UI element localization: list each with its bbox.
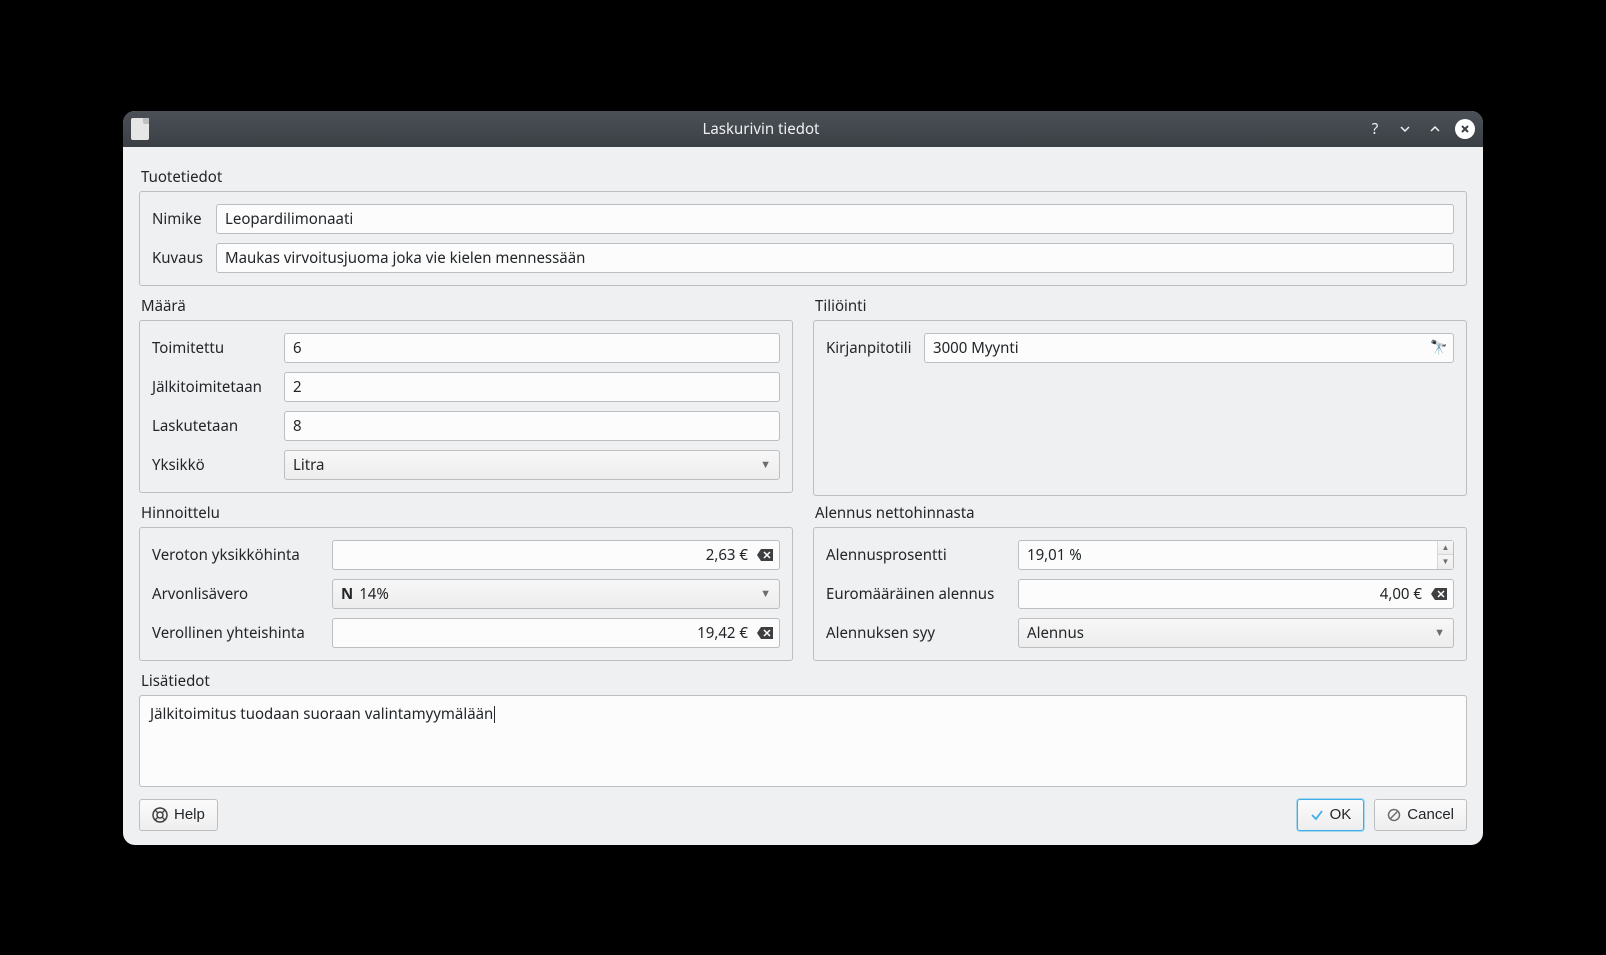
close-icon[interactable] [1455,119,1475,139]
window-title: Laskurivin tiedot [157,119,1365,139]
spinner-down-icon[interactable]: ▼ [1438,555,1453,569]
section-title-extra: Lisätiedot [141,671,1467,691]
label-discount-reason: Alennuksen syy [826,623,1018,643]
label-account: Kirjanpitotili [826,338,924,358]
maximize-icon[interactable] [1425,119,1445,139]
input-total[interactable]: 19,42 € [341,623,754,643]
section-title-posting: Tiliöinti [815,296,1467,316]
help-button-label: Help [174,806,205,823]
dialog-content: Tuotetiedot Nimike Kuvaus Määrä Toimitet… [123,147,1483,845]
label-unit-price: Veroton yksikköhinta [152,545,332,565]
vat-value: 14% [359,584,389,604]
extra-text: Jälkitoimitus tuodaan suoraan valintamyy… [150,704,493,724]
input-unit-price-wrapper: 2,63 € [332,540,780,570]
text-caret [494,706,495,723]
cancel-button[interactable]: Cancel [1374,799,1467,831]
input-discount-amount-wrapper: 4,00 € [1018,579,1454,609]
group-posting: Kirjanpitotili 3000 Myynti 🔭 [813,320,1467,496]
spinner-controls: ▲ ▼ [1437,541,1453,569]
select-unit-value: Litra [293,455,324,475]
label-vat: Arvonlisävero [152,584,332,604]
section-title-discount: Alennus nettohinnasta [815,503,1467,523]
help-icon[interactable]: ? [1365,119,1385,139]
dialog-window: Laskurivin tiedot ? Tuotetiedot Nimike K… [123,111,1483,845]
spinner-up-icon[interactable]: ▲ [1438,541,1453,556]
chevron-down-icon: ▼ [760,586,771,601]
minimize-icon[interactable] [1395,119,1415,139]
check-icon [1310,808,1324,822]
label-invoiced: Laskutetaan [152,416,284,436]
textarea-extra[interactable]: Jälkitoimitus tuodaan suoraan valintamyy… [140,696,1466,786]
label-desc: Kuvaus [152,248,216,268]
label-unit: Yksikkö [152,455,284,475]
input-total-wrapper: 19,42 € [332,618,780,648]
section-title-quantity: Määrä [141,296,793,316]
chevron-down-icon: ▼ [760,457,771,472]
select-unit[interactable]: Litra ▼ [284,450,780,480]
input-invoiced[interactable] [284,411,780,441]
ok-button[interactable]: OK [1297,799,1365,831]
cancel-icon [1387,808,1401,822]
label-backordered: Jälkitoimitetaan [152,377,284,397]
clear-icon[interactable] [754,622,776,644]
document-icon [131,118,149,140]
binoculars-icon[interactable]: 🔭 [1428,337,1450,359]
chevron-down-icon: ▼ [1434,625,1445,640]
help-button[interactable]: Help [139,799,218,831]
lifebuoy-icon [152,807,168,823]
section-title-pricing: Hinnoittelu [141,503,793,523]
clear-icon[interactable] [754,544,776,566]
label-discount-percent: Alennusprosentti [826,545,1018,565]
discount-percent-value: 19,01 % [1019,541,1437,569]
group-extra: Jälkitoimitus tuodaan suoraan valintamyy… [139,695,1467,787]
vat-letter: N [341,584,353,604]
section-title-product: Tuotetiedot [141,167,1467,187]
dialog-footer: Help OK Cancel [139,799,1467,831]
label-delivered: Toimitettu [152,338,284,358]
select-discount-reason[interactable]: Alennus ▼ [1018,618,1454,648]
label-name: Nimike [152,209,216,229]
clear-icon[interactable] [1428,583,1450,605]
input-unit-price[interactable]: 2,63 € [341,545,754,565]
input-delivered[interactable] [284,333,780,363]
label-total: Verollinen yhteishinta [152,623,332,643]
label-discount-amount: Euromääräinen alennus [826,584,1018,604]
input-account[interactable]: 3000 Myynti [933,338,1428,358]
input-discount-amount[interactable]: 4,00 € [1027,584,1428,604]
input-backordered[interactable] [284,372,780,402]
group-pricing: Veroton yksikköhinta 2,63 € Arvonlisäver… [139,527,793,661]
group-discount: Alennusprosentti 19,01 % ▲ ▼ Euromääräin… [813,527,1467,661]
input-name[interactable] [216,204,1454,234]
group-quantity: Toimitettu Jälkitoimitetaan Laskutetaan … [139,320,793,493]
select-vat[interactable]: N 14% ▼ [332,579,780,609]
group-product: Nimike Kuvaus [139,191,1467,286]
window-controls: ? [1365,119,1475,139]
input-account-wrapper: 3000 Myynti 🔭 [924,333,1454,363]
cancel-button-label: Cancel [1407,806,1454,823]
input-discount-percent[interactable]: 19,01 % ▲ ▼ [1018,540,1454,570]
ok-button-label: OK [1330,806,1352,823]
input-desc[interactable] [216,243,1454,273]
discount-reason-value: Alennus [1027,623,1084,643]
titlebar: Laskurivin tiedot ? [123,111,1483,147]
